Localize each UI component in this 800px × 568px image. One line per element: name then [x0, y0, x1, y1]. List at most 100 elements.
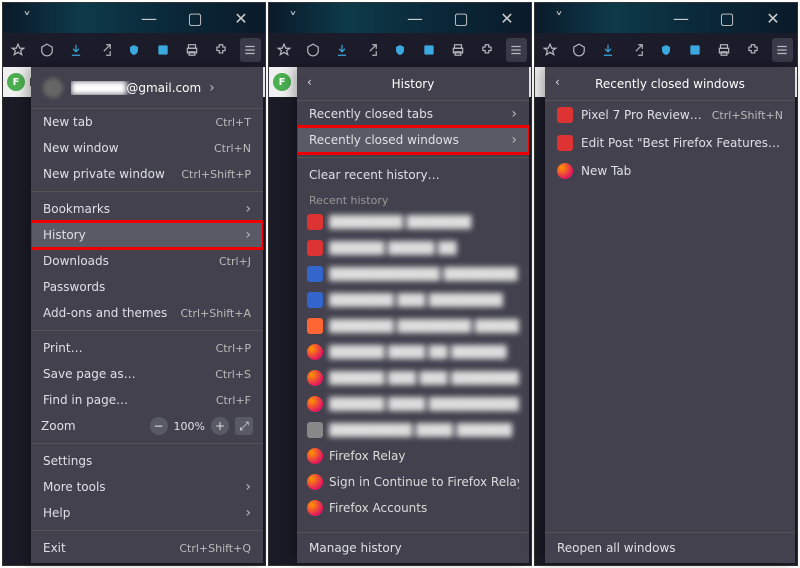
tab-favicon[interactable]: F: [7, 73, 25, 91]
history-item[interactable]: ██████ ████ ██████████: [297, 391, 529, 417]
pocket-icon[interactable]: [568, 38, 589, 62]
separator: [31, 443, 263, 444]
print-icon[interactable]: [714, 38, 735, 62]
pocket-icon[interactable]: [302, 38, 323, 62]
app-menu: ██████@gmail.com › New tabCtrl+T New win…: [31, 67, 263, 563]
manage-history[interactable]: Manage history: [297, 532, 529, 563]
closed-window-item[interactable]: Edit Post "Best Firefox Features You Ne…: [545, 129, 795, 157]
menu-addons[interactable]: Add-ons and themesCtrl+Shift+A: [31, 300, 263, 326]
chevron-right-icon: ›: [245, 201, 251, 217]
favicon: [307, 422, 323, 438]
toolbar: [269, 33, 531, 67]
shield-icon[interactable]: [123, 38, 144, 62]
menu-help[interactable]: Help›: [31, 500, 263, 526]
zoom-in-button[interactable]: +: [211, 417, 229, 435]
hamburger-menu-icon[interactable]: [506, 38, 527, 62]
hamburger-menu-icon[interactable]: [772, 38, 793, 62]
print-icon[interactable]: [448, 38, 469, 62]
download-icon[interactable]: [597, 38, 618, 62]
menu-history[interactable]: History›: [31, 222, 263, 248]
share-icon[interactable]: [94, 38, 115, 62]
history-item[interactable]: █████████ ████ ██████: [297, 417, 529, 443]
extension-icon[interactable]: [477, 38, 498, 62]
history-item[interactable]: ████████ ███████: [297, 209, 529, 235]
minimize-button[interactable]: —: [661, 4, 701, 32]
back-button[interactable]: ‹: [555, 75, 560, 89]
chevron-right-icon: ›: [245, 227, 251, 243]
menu-passwords[interactable]: Passwords: [31, 274, 263, 300]
history-item[interactable]: ███████ ███ ████████: [297, 287, 529, 313]
pocket-icon[interactable]: [36, 38, 57, 62]
minimize-button[interactable]: —: [129, 4, 169, 32]
menu-print[interactable]: Print…Ctrl+P: [31, 335, 263, 361]
close-button[interactable]: ✕: [487, 4, 527, 32]
back-button[interactable]: ‹: [307, 75, 312, 89]
menu-bookmarks[interactable]: Bookmarks›: [31, 196, 263, 222]
maximize-button[interactable]: ▢: [707, 4, 747, 32]
close-button[interactable]: ✕: [221, 4, 261, 32]
save-icon[interactable]: [153, 38, 174, 62]
closed-window-item[interactable]: Pixel 7 Pro Review After … Ctrl+Shift+N: [545, 101, 795, 129]
closed-window-item[interactable]: New Tab: [545, 157, 795, 185]
tabs-dropdown-icon[interactable]: ˅: [7, 4, 47, 32]
save-icon[interactable]: [419, 38, 440, 62]
history-item[interactable]: ██████ █████ ██: [297, 235, 529, 261]
bookmark-star-icon[interactable]: [273, 38, 294, 62]
shield-icon[interactable]: [655, 38, 676, 62]
maximize-button[interactable]: ▢: [441, 4, 481, 32]
bookmark-star-icon[interactable]: [7, 38, 28, 62]
history-item[interactable]: ██████ ███ ███ ████████: [297, 365, 529, 391]
menu-save-as[interactable]: Save page as…Ctrl+S: [31, 361, 263, 387]
history-item[interactable]: ███████ ████████ ███████: [297, 313, 529, 339]
account-row[interactable]: ██████@gmail.com ›: [31, 67, 263, 109]
firefox-accounts[interactable]: Firefox Accounts: [297, 495, 529, 521]
firefox-relay[interactable]: Firefox Relay: [297, 443, 529, 469]
history-menu: ‹ History Recently closed tabs› Recently…: [297, 67, 529, 563]
shield-icon[interactable]: [389, 38, 410, 62]
hamburger-menu-icon[interactable]: [240, 38, 261, 62]
favicon: [307, 266, 323, 282]
bookmark-star-icon[interactable]: [539, 38, 560, 62]
extension-icon[interactable]: [743, 38, 764, 62]
recently-closed-tabs[interactable]: Recently closed tabs›: [297, 101, 529, 127]
history-item[interactable]: ██████ ████ ██ ██████: [297, 339, 529, 365]
maximize-button[interactable]: ▢: [175, 4, 215, 32]
share-icon[interactable]: [360, 38, 381, 62]
print-icon[interactable]: [182, 38, 203, 62]
share-icon[interactable]: [626, 38, 647, 62]
minimize-button[interactable]: —: [395, 4, 435, 32]
history-item[interactable]: ████████████ ████████: [297, 261, 529, 287]
menu-find[interactable]: Find in page…Ctrl+F: [31, 387, 263, 413]
zoom-out-button[interactable]: −: [150, 417, 168, 435]
favicon: [307, 474, 323, 490]
avatar-icon: [43, 78, 63, 98]
titlebar: ˅ — ▢ ✕: [535, 3, 797, 33]
extension-icon[interactable]: [211, 38, 232, 62]
recently-closed-windows[interactable]: Recently closed windows›: [297, 127, 529, 153]
download-icon[interactable]: [65, 38, 86, 62]
tabs-dropdown-icon[interactable]: ˅: [539, 4, 579, 32]
zoom-label: Zoom: [41, 419, 144, 433]
menu-header: ‹ History: [297, 67, 529, 101]
save-icon[interactable]: [685, 38, 706, 62]
tab-favicon[interactable]: F: [273, 73, 291, 91]
download-icon[interactable]: [331, 38, 352, 62]
clear-history[interactable]: Clear recent history…: [297, 162, 529, 188]
chevron-right-icon: ›: [245, 479, 251, 495]
menu-more-tools[interactable]: More tools›: [31, 474, 263, 500]
fullscreen-button[interactable]: ⤢: [235, 417, 253, 435]
menu-new-window[interactable]: New windowCtrl+N: [31, 135, 263, 161]
menu-new-private[interactable]: New private windowCtrl+Shift+P: [31, 161, 263, 187]
menu-settings[interactable]: Settings: [31, 448, 263, 474]
menu-exit[interactable]: ExitCtrl+Shift+Q: [31, 535, 263, 561]
menu-downloads[interactable]: DownloadsCtrl+J: [31, 248, 263, 274]
signin-relay[interactable]: Sign in Continue to Firefox Relay: [297, 469, 529, 495]
close-button[interactable]: ✕: [753, 4, 793, 32]
tabs-dropdown-icon[interactable]: ˅: [273, 4, 313, 32]
section-label: Recent history: [297, 188, 529, 209]
favicon: [307, 396, 323, 412]
separator: [31, 530, 263, 531]
menu-new-tab[interactable]: New tabCtrl+T: [31, 109, 263, 135]
reopen-all-windows[interactable]: Reopen all windows: [545, 532, 795, 563]
chevron-right-icon: ›: [209, 80, 215, 96]
